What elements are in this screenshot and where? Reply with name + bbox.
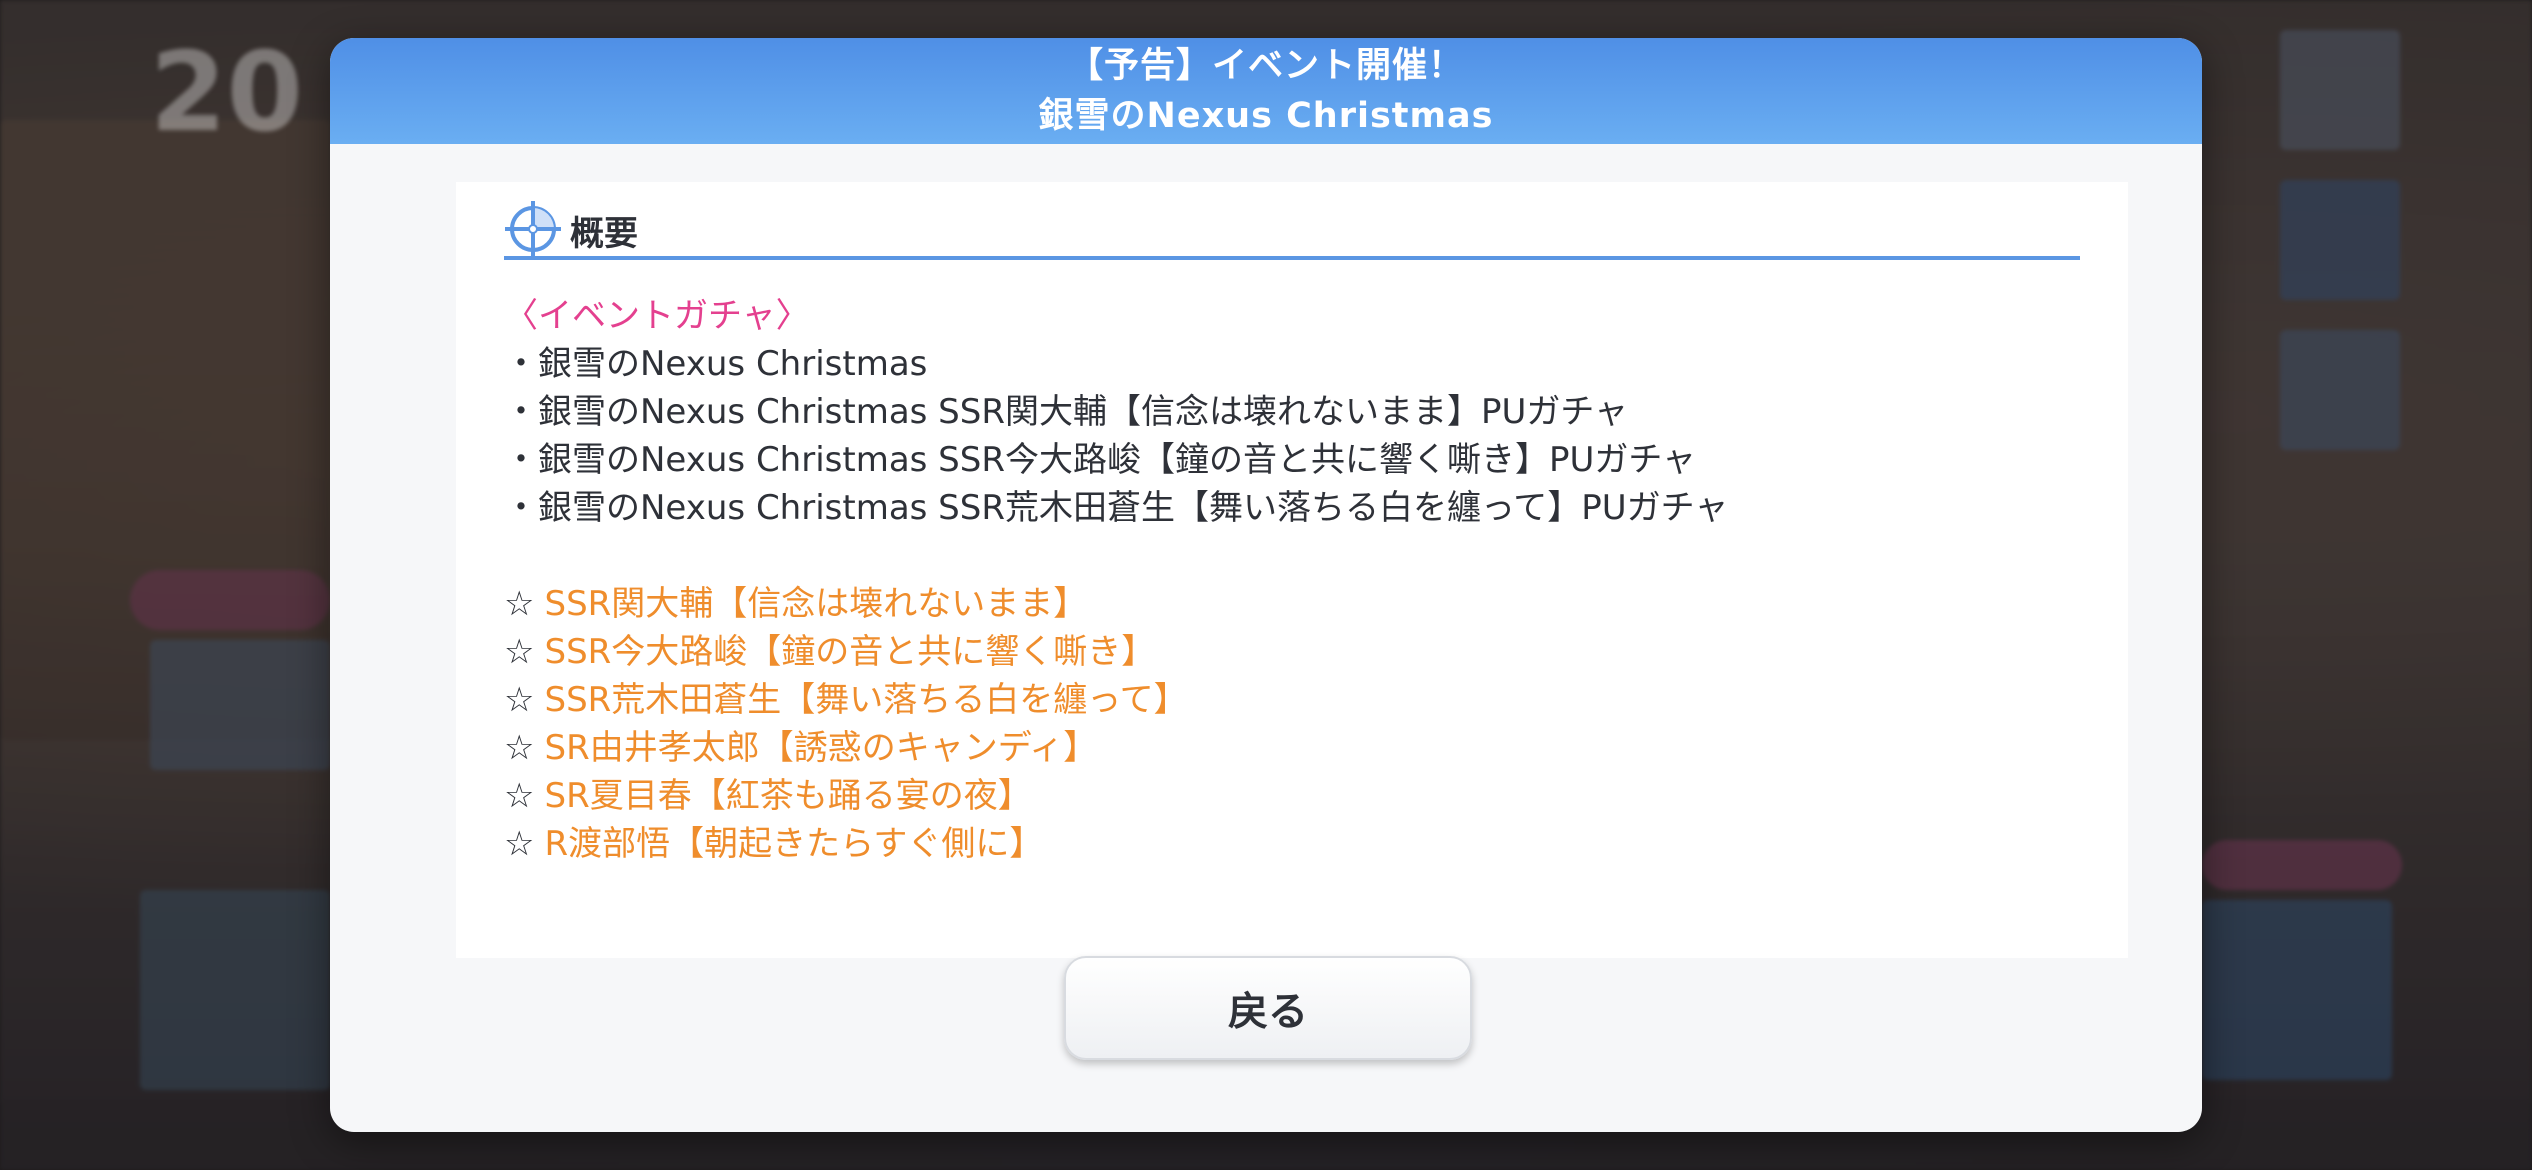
dialog-title-line2: 銀雪のNexus Christmas [1038, 96, 1494, 136]
card-list-item: ☆ SSR荒木田蒼生【舞い落ちる白を纏って】 [504, 676, 2084, 724]
star-icon: ☆ [504, 776, 535, 816]
event-notice-dialog: 【予告】イベント開催！ 銀雪のNexus Christmas 概要 〈イベントガ… [330, 38, 2202, 1132]
section-title: 概要 [570, 214, 638, 254]
crosshair-icon [505, 201, 561, 257]
card-name: SR夏目春【紅茶も踊る宴の夜】 [544, 776, 1032, 816]
card-name: SSR荒木田蒼生【舞い落ちる白を纏って】 [544, 680, 1188, 720]
back-button[interactable]: 戻る [1064, 956, 1472, 1060]
star-icon: ☆ [504, 632, 535, 672]
card-list-item: ☆ SR夏目春【紅茶も踊る宴の夜】 [504, 772, 2084, 820]
star-icon: ☆ [504, 728, 535, 768]
card-name: SSR関大輔【信念は壊れないまま】 [544, 584, 1088, 624]
gacha-item: ・銀雪のNexus Christmas [504, 344, 928, 384]
card-list-item: ☆ SR由井孝太郎【誘惑のキャンディ】 [504, 724, 2084, 772]
gacha-item: ・銀雪のNexus Christmas SSR今大路峻【鐘の音と共に響く嘶き】P… [504, 440, 1697, 480]
gacha-item: ・銀雪のNexus Christmas SSR荒木田蒼生【舞い落ちる白を纏って】… [504, 488, 1729, 528]
overview-card: 概要 〈イベントガチャ〉 ・銀雪のNexus Christmas ・銀雪のNex… [456, 182, 2128, 958]
section-header: 概要 [504, 200, 2080, 260]
card-list-item: ☆ SSR関大輔【信念は壊れないまま】 [504, 580, 2084, 628]
star-icon: ☆ [504, 584, 535, 624]
dialog-header: 【予告】イベント開催！ 銀雪のNexus Christmas [330, 38, 2202, 144]
card-name: SSR今大路峻【鐘の音と共に響く嘶き】 [544, 632, 1156, 672]
background-clock: 20 [150, 28, 304, 156]
star-icon: ☆ [504, 824, 535, 864]
card-name: SR由井孝太郎【誘惑のキャンディ】 [544, 728, 1098, 768]
card-list-item: ☆ SSR今大路峻【鐘の音と共に響く嘶き】 [504, 628, 2084, 676]
card-list-item: ☆ R渡部悟【朝起きたらすぐ側に】 [504, 820, 2084, 868]
gacha-item: ・銀雪のNexus Christmas SSR関大輔【信念は壊れないまま】PUガ… [504, 392, 1629, 432]
overview-body: 〈イベントガチャ〉 ・銀雪のNexus Christmas ・銀雪のNexus … [504, 292, 2084, 868]
star-icon: ☆ [504, 680, 535, 720]
card-name: R渡部悟【朝起きたらすぐ側に】 [544, 824, 1044, 864]
dialog-title-line1: 【予告】イベント開催！ [1067, 46, 1464, 86]
gacha-heading: 〈イベントガチャ〉 [504, 296, 810, 336]
